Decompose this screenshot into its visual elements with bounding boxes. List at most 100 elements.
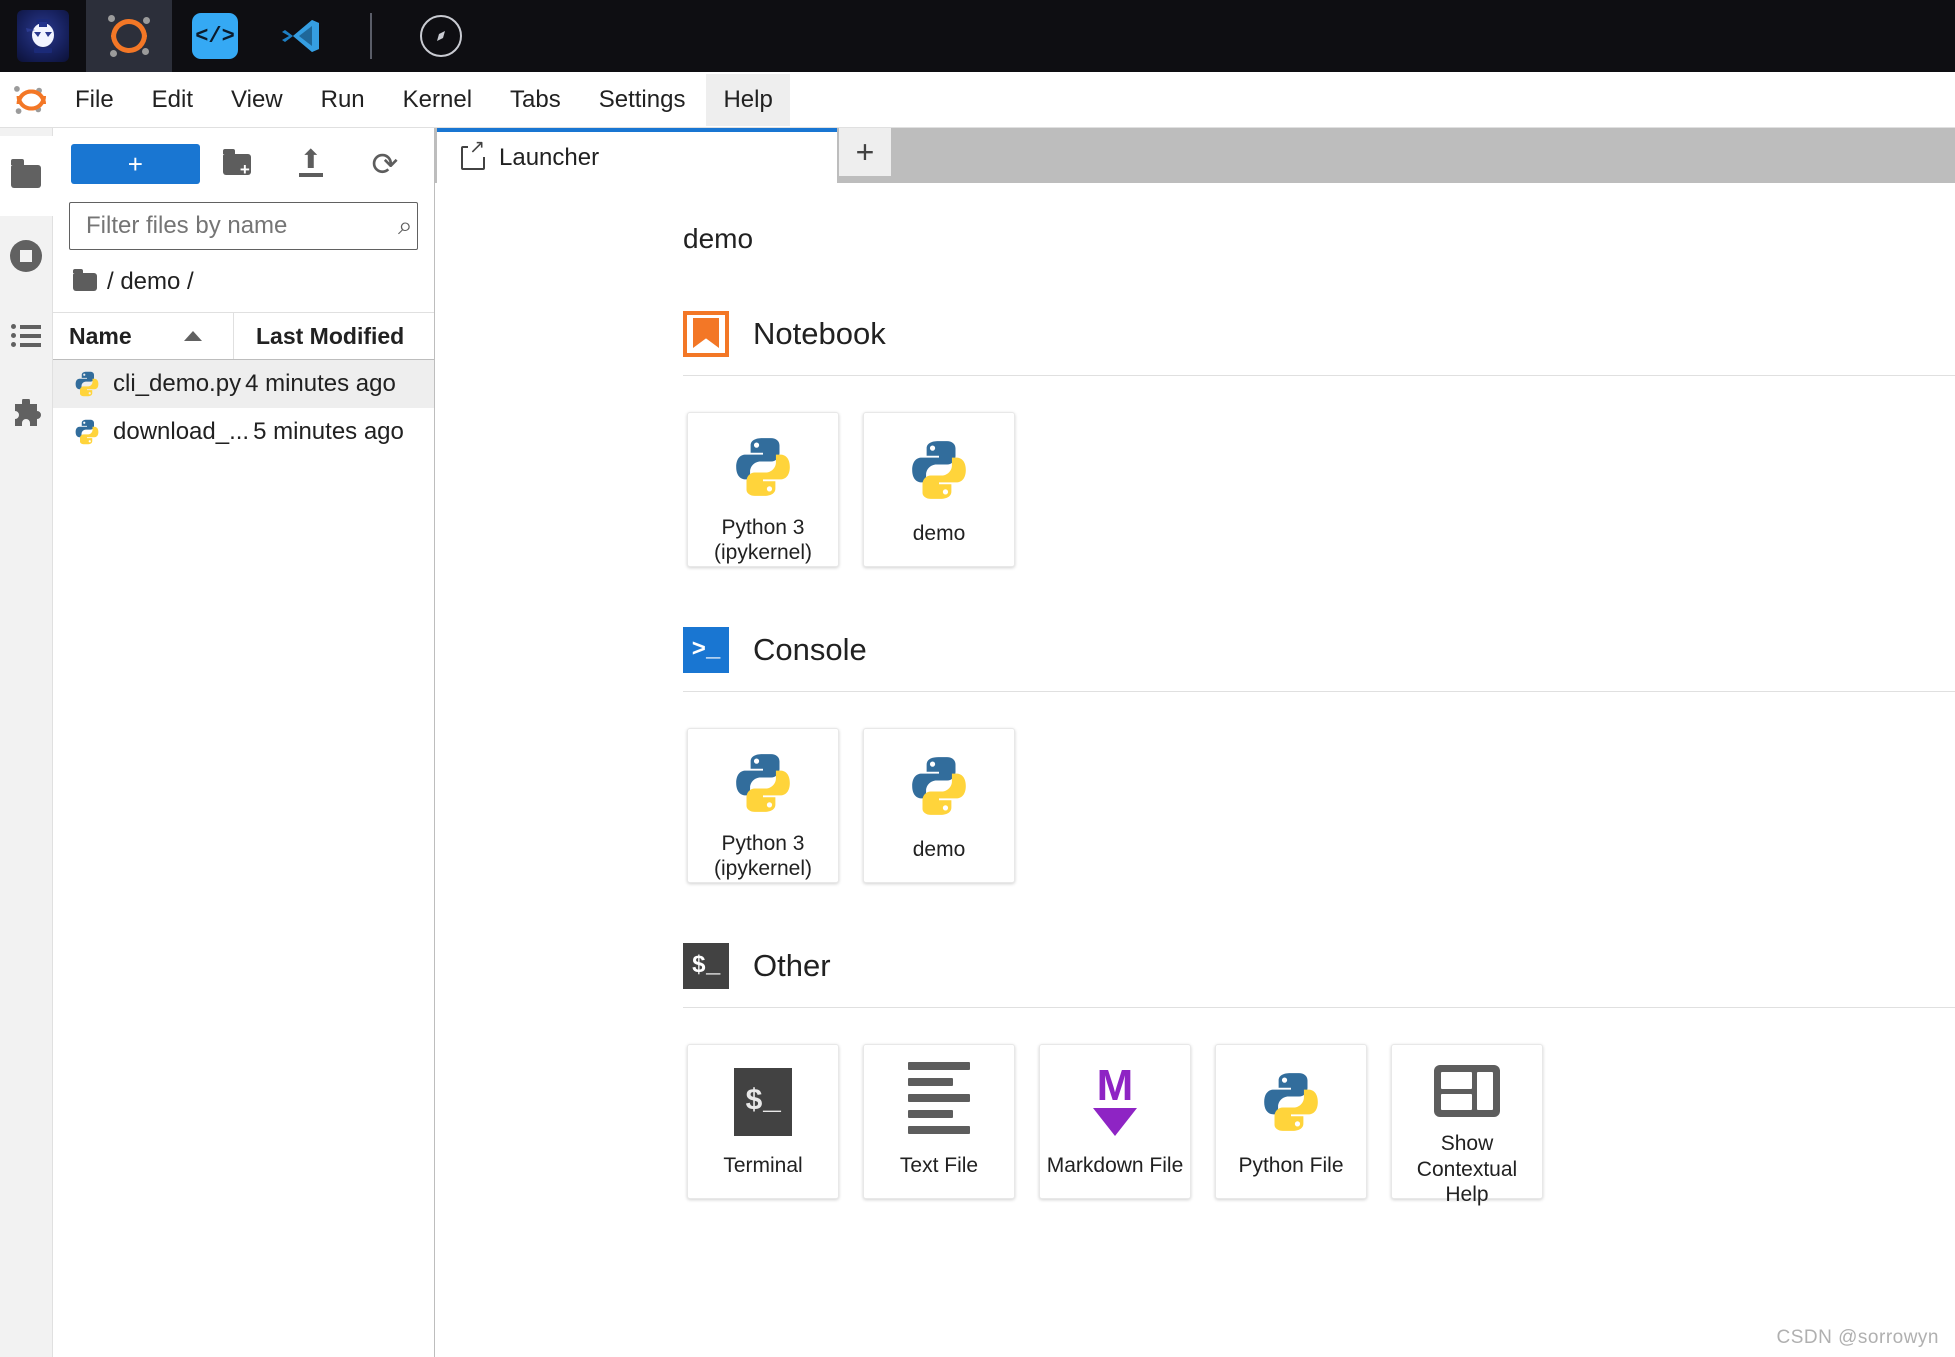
launcher-card-label: demo — [912, 838, 966, 861]
tab-launcher[interactable]: Launcher — [437, 128, 837, 183]
launcher-card-label: Python File — [1238, 1154, 1344, 1177]
refresh-icon: ⟳ — [371, 146, 399, 182]
jupyterlab-app-icon[interactable] — [86, 0, 172, 72]
menu-settings[interactable]: Settings — [582, 74, 703, 126]
menu-file[interactable]: File — [58, 74, 131, 126]
search-input[interactable] — [84, 211, 398, 241]
launcher-card-label: Show Contextual Help — [1416, 1132, 1518, 1207]
sort-ascending-icon — [183, 331, 202, 341]
compass-needle-icon — [437, 31, 445, 41]
file-name-cell: download_... — [53, 418, 249, 446]
launcher-panel: demo Notebook Python 3 (ipykernel) demo … — [435, 183, 1955, 1357]
sidebar-item-extensions[interactable] — [0, 376, 53, 456]
code-editor-app-icon[interactable]: </> — [172, 0, 258, 72]
dock-tab-bar: Launcher + — [435, 128, 1955, 183]
menu-tabs[interactable]: Tabs — [493, 74, 578, 126]
launcher-cards-other: $_ Terminal Text File M Markdown File Py… — [687, 1044, 1955, 1206]
new-launcher-button[interactable]: + — [71, 144, 200, 184]
launcher-card-console-demo[interactable]: demo — [863, 728, 1015, 883]
console-prompt-icon: >_ — [683, 627, 729, 673]
section-title: Console — [753, 632, 867, 667]
new-folder-icon — [222, 148, 251, 178]
text-file-icon — [908, 1062, 970, 1139]
launcher-card-text-file[interactable]: Text File — [863, 1044, 1015, 1199]
new-tab-button[interactable]: + — [839, 128, 891, 176]
launcher-card-label: Terminal — [723, 1154, 803, 1177]
table-row[interactable]: download_... 5 minutes ago — [53, 408, 434, 456]
jupyter-logo-glyph — [108, 15, 150, 57]
compass-app-icon[interactable] — [398, 0, 484, 72]
python-file-icon — [75, 419, 99, 445]
launcher-card-python-file[interactable]: Python File — [1215, 1044, 1367, 1199]
menu-help[interactable]: Help — [706, 73, 790, 126]
file-browser-toolbar: + ⟳ — [53, 128, 434, 196]
launcher-card-label: Markdown File — [1046, 1154, 1184, 1177]
launcher-card-label: Python 3 (ipykernel) — [713, 831, 813, 881]
file-modified-cell: 5 minutes ago — [253, 418, 404, 445]
upload-icon — [298, 144, 324, 177]
section-title: Other — [753, 948, 831, 983]
mascot-svg — [26, 19, 54, 53]
puzzle-icon — [15, 399, 41, 426]
code-brackets-icon: </> — [192, 13, 238, 59]
launcher-card-console-python3[interactable]: Python 3 (ipykernel) — [687, 728, 839, 883]
table-row[interactable]: cli_demo.py 4 minutes ago — [53, 360, 434, 408]
terminal-icon: $_ — [734, 1065, 792, 1139]
menu-run[interactable]: Run — [304, 74, 382, 126]
file-table-header: Name Last Modified — [53, 312, 434, 360]
menu-view[interactable]: View — [214, 74, 300, 126]
python-logo-icon — [906, 433, 972, 507]
launcher-section-notebook-header: Notebook — [683, 311, 1955, 376]
menu-edit[interactable]: Edit — [135, 74, 210, 126]
column-header-name[interactable]: Name — [53, 313, 234, 359]
menu-kernel[interactable]: Kernel — [386, 74, 489, 126]
compass-icon — [420, 15, 462, 57]
dock-divider — [370, 13, 372, 59]
list-icon — [11, 320, 41, 352]
new-folder-button[interactable] — [200, 142, 274, 186]
file-name-text: cli_demo.py — [113, 370, 242, 397]
launcher-external-link-icon — [461, 137, 487, 170]
menu-bar: File Edit View Run Kernel Tabs Settings … — [0, 72, 1955, 128]
app-body: + ⟳ ⌕ / demo / Name Last Modified — [0, 128, 1955, 1357]
launcher-card-label: Python 3 (ipykernel) — [713, 515, 813, 565]
markdown-m-glyph: M — [1096, 1061, 1134, 1111]
sidebar-item-file-browser[interactable] — [0, 136, 53, 216]
file-name-text: download_... — [113, 418, 250, 445]
jupyterlab-brand-logo — [0, 83, 56, 117]
python-file-icon — [75, 371, 99, 397]
launcher-card-notebook-python3[interactable]: Python 3 (ipykernel) — [687, 412, 839, 567]
launcher-section-other-header: $_ Other — [683, 943, 1955, 1008]
main-dock-area: Launcher + demo Notebook — [435, 128, 1955, 1357]
launcher-cards-console: Python 3 (ipykernel) demo — [687, 728, 1955, 883]
os-taskbar: </> — [0, 0, 1955, 72]
launcher-cwd-label: demo — [683, 223, 754, 254]
section-title: Notebook — [753, 316, 886, 351]
terminal-prompt-glyph: $_ — [734, 1068, 792, 1136]
watermark: CSDN @sorrowyn — [1776, 1327, 1939, 1348]
mascot-app-icon[interactable] — [0, 0, 86, 72]
terminal-prompt-icon: $_ — [683, 943, 729, 989]
vscode-logo-icon — [282, 20, 319, 52]
sidebar-item-running[interactable] — [0, 216, 53, 296]
notebook-bookmark-icon — [683, 311, 729, 357]
vscode-app-icon[interactable] — [258, 0, 344, 72]
refresh-file-list-button[interactable]: ⟳ — [348, 142, 422, 186]
launcher-card-notebook-demo[interactable]: demo — [863, 412, 1015, 567]
python-logo-icon — [1258, 1065, 1324, 1139]
column-header-last-modified[interactable]: Last Modified — [234, 323, 434, 350]
sidebar-item-toc[interactable] — [0, 296, 53, 376]
upload-files-button[interactable] — [274, 142, 348, 186]
file-browser-panel: + ⟳ ⌕ / demo / Name Last Modified — [53, 128, 435, 1357]
folder-icon — [11, 158, 41, 188]
launcher-cards-notebook: Python 3 (ipykernel) demo — [687, 412, 1955, 567]
filter-files-box[interactable]: ⌕ — [69, 202, 418, 250]
breadcrumb-path: / demo / — [107, 268, 194, 295]
launcher-card-terminal[interactable]: $_ Terminal — [687, 1044, 839, 1199]
launcher-card-label: demo — [912, 522, 966, 545]
launcher-card-markdown-file[interactable]: M Markdown File — [1039, 1044, 1191, 1199]
file-modified-cell: 4 minutes ago — [245, 370, 396, 397]
breadcrumb-folder-icon — [73, 269, 97, 291]
breadcrumb[interactable]: / demo / — [53, 260, 434, 312]
launcher-card-contextual-help[interactable]: Show Contextual Help — [1391, 1044, 1543, 1206]
